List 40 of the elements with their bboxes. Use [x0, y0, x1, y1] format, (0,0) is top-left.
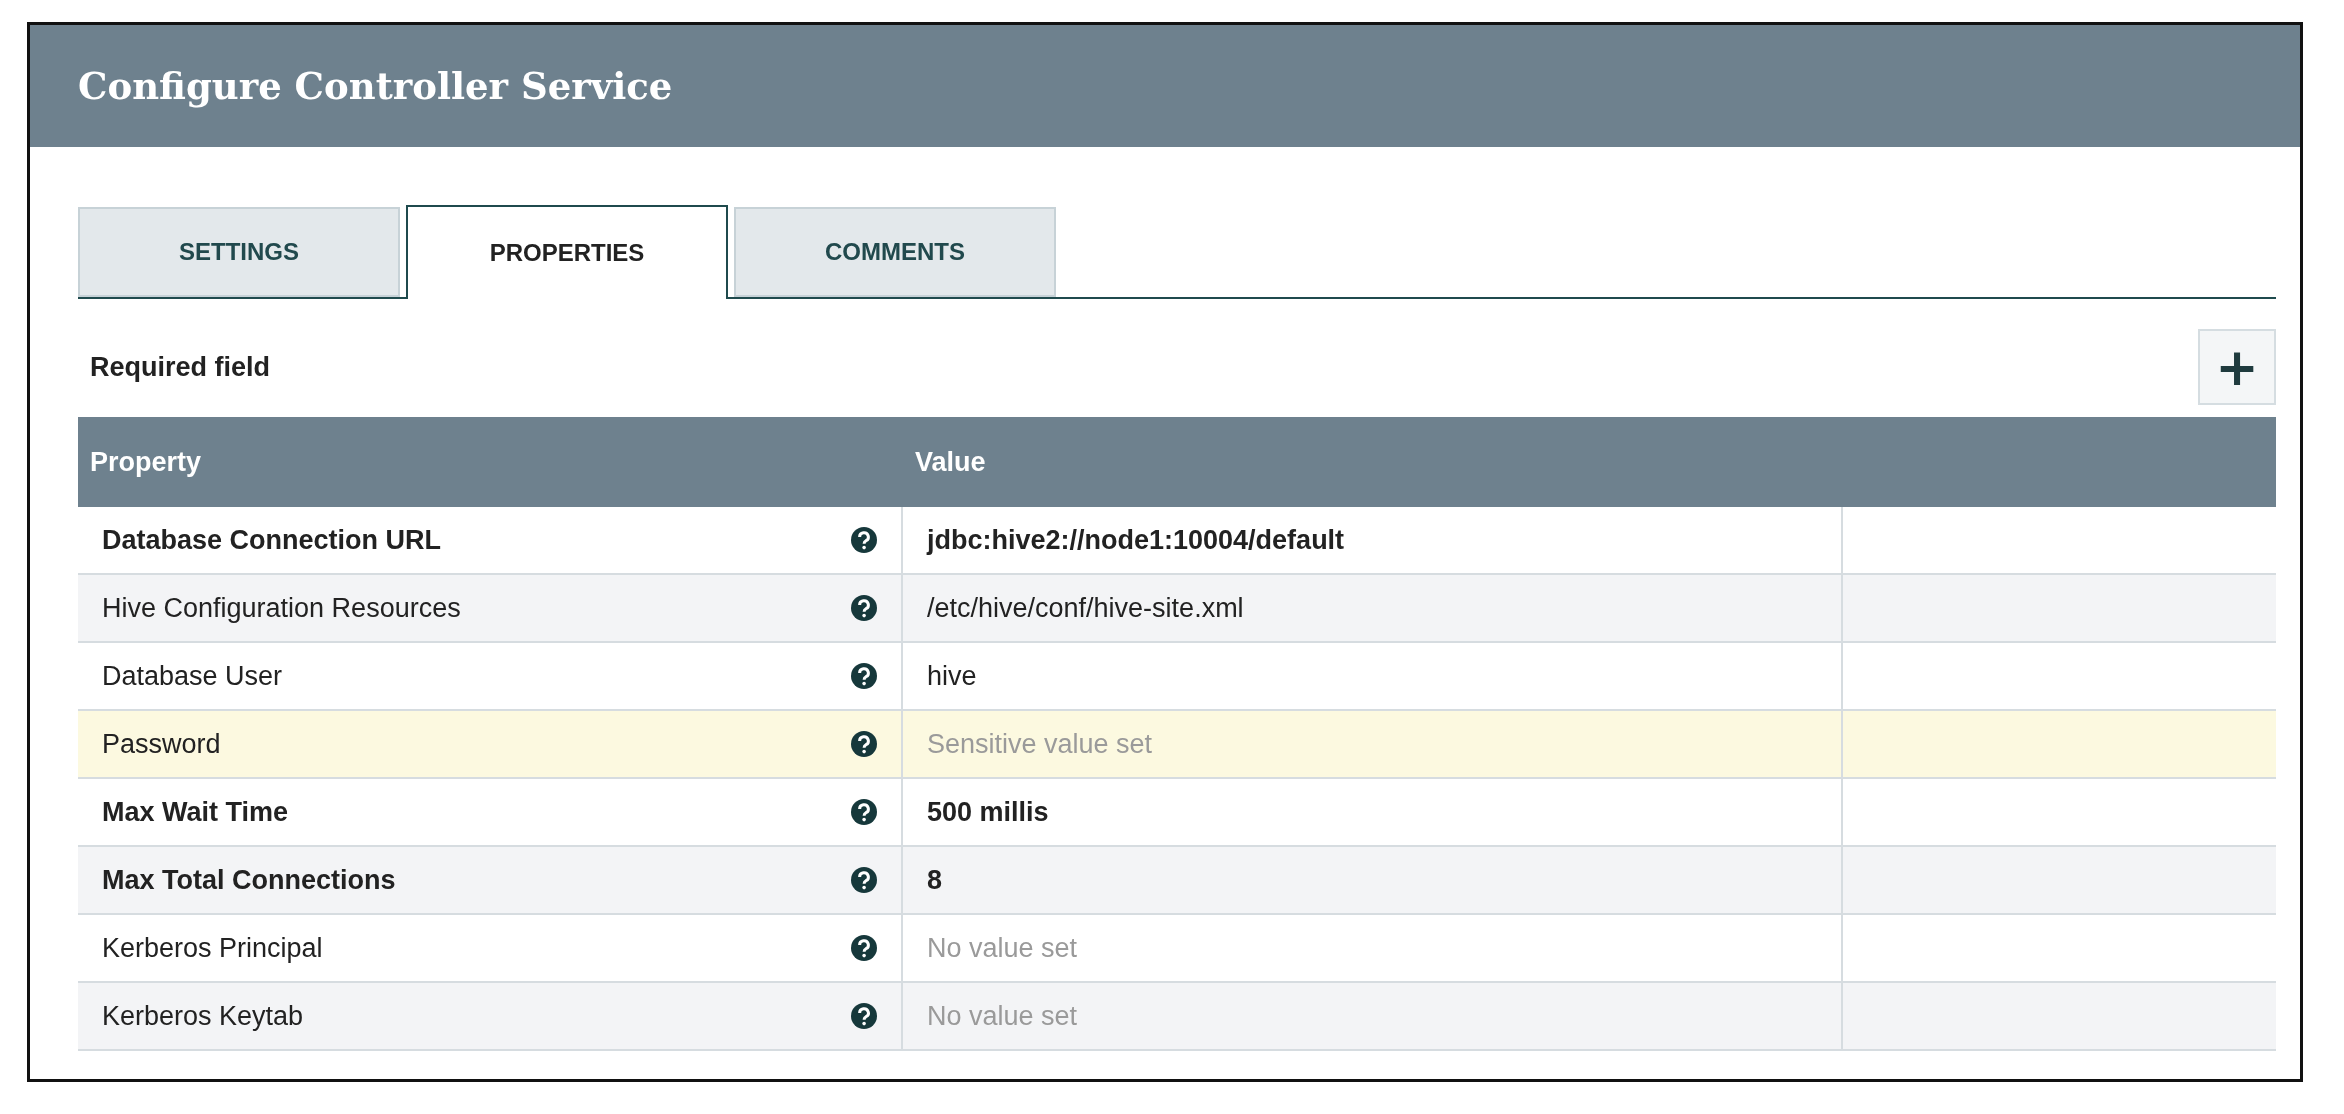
help-icon[interactable] [851, 799, 877, 825]
column-header: Property [89, 446, 203, 478]
required-field-note: Required field [89, 351, 271, 383]
property-name: Database User [102, 660, 284, 692]
help-icon[interactable] [851, 595, 877, 621]
property-name: Kerberos Keytab [102, 1000, 305, 1032]
dialog-title: Configure Controller Service [78, 64, 673, 108]
table-row[interactable]: Kerberos Principal No value set [78, 915, 2276, 983]
property-name: Kerberos Principal [102, 932, 324, 964]
table-row[interactable]: Kerberos Keytab No value set [78, 983, 2276, 1051]
column-header: Value [914, 446, 987, 478]
tab[interactable]: COMMENTS [734, 207, 1056, 297]
property-value: /etc/hive/conf/hive-site.xml [927, 592, 1244, 624]
property-name: Database Connection URL [102, 524, 443, 556]
property-name: Password [102, 728, 222, 760]
property-value: hive [927, 660, 977, 692]
property-value: jdbc:hive2://node1:10004/default [927, 524, 1345, 556]
help-icon[interactable] [851, 731, 877, 757]
property-value: 8 [927, 864, 943, 896]
help-icon[interactable] [851, 935, 877, 961]
table-row[interactable]: Database Connection URL jdbc:hive2://node1:10004/default [78, 507, 2276, 575]
table-row[interactable]: Hive Configuration Resources /etc/hive/conf/hive-site.xml [78, 575, 2276, 643]
property-value: 500 millis [927, 796, 1049, 828]
help-icon[interactable] [851, 867, 877, 893]
help-icon[interactable] [851, 527, 877, 553]
property-name: Hive Configuration Resources [102, 592, 462, 624]
property-value: No value set [927, 1000, 1078, 1032]
help-icon[interactable] [851, 1003, 877, 1029]
table-row[interactable]: Password Sensitive value set [78, 711, 2276, 779]
help-icon[interactable] [851, 663, 877, 689]
property-name: Max Wait Time [102, 796, 290, 828]
table-row[interactable]: Database User hive [78, 643, 2276, 711]
property-name: Max Total Connections [102, 864, 397, 896]
tab[interactable]: SETTINGS [78, 207, 400, 297]
tab[interactable]: PROPERTIES [406, 205, 728, 299]
table-row[interactable]: Max Total Connections 8 [78, 847, 2276, 915]
add-property-button[interactable]: + [2198, 329, 2276, 405]
property-value: No value set [927, 932, 1078, 964]
property-value: Sensitive value set [927, 728, 1153, 760]
table-row[interactable]: Max Wait Time 500 millis [78, 779, 2276, 847]
